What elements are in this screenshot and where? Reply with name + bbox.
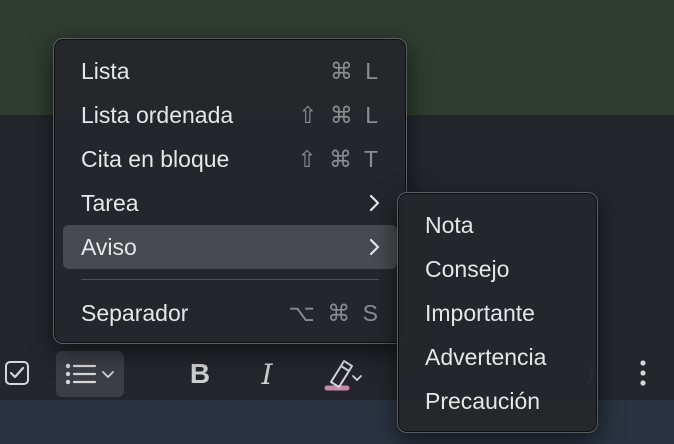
submenu-item-consejo[interactable]: Consejo (398, 247, 597, 291)
menu-divider (81, 279, 379, 280)
task-checkbox-button[interactable] (2, 358, 32, 388)
submenu-item-advertencia[interactable]: Advertencia (398, 335, 597, 379)
submenu-item-label: Importante (425, 300, 535, 326)
menu-item-label: Cita en bloque (81, 146, 230, 172)
chevron-right-icon (369, 194, 380, 212)
submenu-item-importante[interactable]: Importante (398, 291, 597, 335)
highlight-button[interactable] (322, 356, 364, 394)
submenu-item-nota[interactable]: Nota (398, 203, 597, 247)
menu-item-lista-ordenada[interactable]: Lista ordenada ⇧ ⌘ L (63, 93, 397, 137)
bulleted-list-icon (65, 363, 97, 385)
menu-item-cita-en-bloque[interactable]: Cita en bloque ⇧ ⌘ T (63, 137, 397, 181)
more-options-button[interactable] (630, 356, 656, 390)
highlighter-icon (324, 360, 362, 391)
keyboard-shortcut: ⌥ ⌘ S (288, 300, 381, 326)
submenu-item-label: Consejo (425, 256, 510, 282)
list-format-button[interactable] (56, 351, 124, 397)
format-menu: Lista ⌘ L Lista ordenada ⇧ ⌘ L Cita en b… (53, 38, 407, 344)
italic-button[interactable]: I (250, 354, 284, 394)
keyboard-shortcut: ⇧ ⌘ L (298, 102, 381, 128)
chevron-down-icon (102, 371, 114, 378)
more-vertical-icon (640, 360, 646, 386)
keyboard-shortcut: ⇧ ⌘ T (297, 146, 381, 172)
submenu-item-label: Precaución (425, 388, 541, 414)
bold-button[interactable]: B (183, 354, 217, 394)
checkbox-icon (5, 361, 29, 385)
menu-item-aviso[interactable]: Aviso (63, 225, 397, 269)
menu-item-label: Lista ordenada (81, 102, 234, 128)
aviso-submenu: Nota Consejo Importante Advertencia Prec… (397, 192, 598, 433)
keyboard-shortcut: ⌘ L (329, 58, 381, 84)
submenu-item-label: Nota (425, 212, 474, 238)
menu-item-tarea[interactable]: Tarea (63, 181, 397, 225)
menu-item-lista[interactable]: Lista ⌘ L (63, 49, 397, 93)
menu-item-label: Separador (81, 300, 189, 326)
chevron-right-icon (369, 238, 380, 256)
menu-item-separador[interactable]: Separador ⌥ ⌘ S (63, 291, 397, 335)
menu-item-label: Aviso (81, 234, 137, 260)
menu-item-label: Tarea (81, 190, 139, 216)
submenu-item-label: Advertencia (425, 344, 547, 370)
submenu-item-precaucion[interactable]: Precaución (398, 379, 597, 423)
menu-item-label: Lista (81, 58, 130, 84)
